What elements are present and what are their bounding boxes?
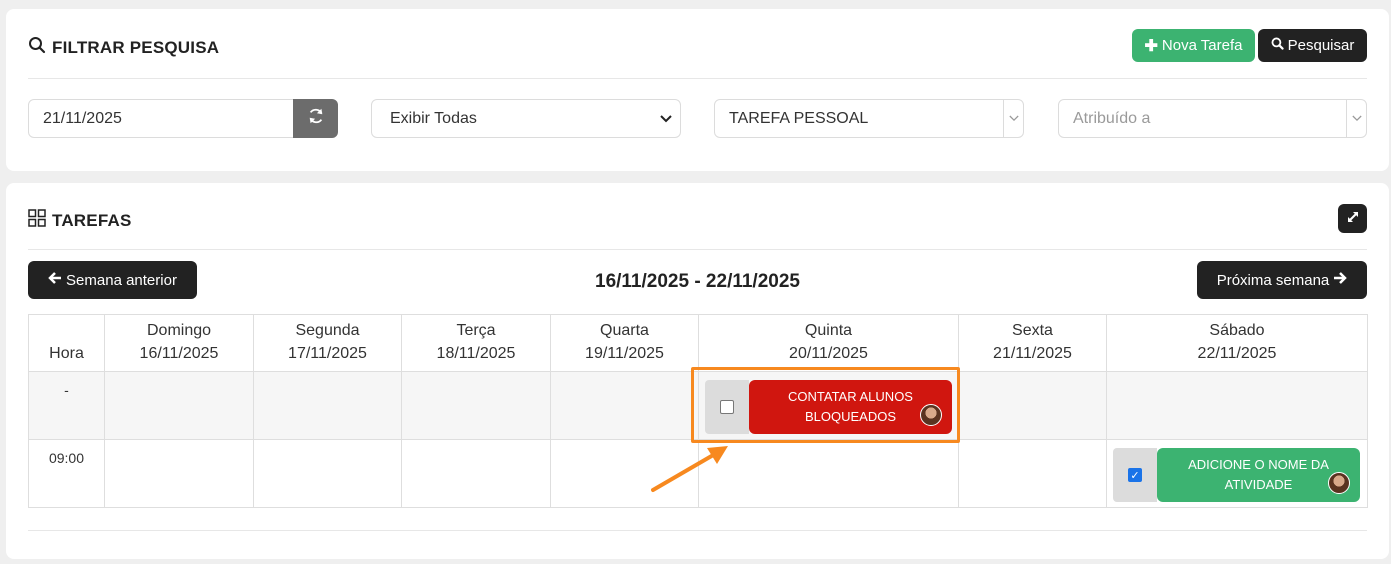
task-type-select[interactable]: TAREFA PESSOAL [714, 99, 1024, 138]
tasks-title: TAREFAS [28, 209, 131, 232]
filter-title-text: FILTRAR PESQUISA [52, 37, 220, 57]
day-header: Quarta 19/11/2025 [550, 314, 699, 372]
day-cell[interactable] [253, 439, 402, 508]
day-cell[interactable] [104, 371, 254, 440]
search-button[interactable]: Pesquisar [1258, 29, 1367, 62]
plus-icon: ✚ [1144, 37, 1158, 55]
show-select[interactable]: Exibir Todas [371, 99, 681, 138]
new-task-button[interactable]: ✚ Nova Tarefa [1132, 29, 1255, 62]
task-item[interactable]: ✓ ADICIONE O NOME DA ATIVIDADE [1113, 448, 1360, 502]
assigned-to-placeholder: Atribuído a [1073, 109, 1151, 127]
task-type-value: TAREFA PESSOAL [729, 109, 869, 127]
day-cell[interactable] [958, 439, 1107, 508]
expand-button[interactable] [1338, 204, 1367, 233]
day-cell[interactable] [401, 371, 551, 440]
week-range: 16/11/2025 - 22/11/2025 [595, 271, 800, 292]
day-header: Sábado 22/11/2025 [1106, 314, 1368, 372]
filter-panel: FILTRAR PESQUISA ✚ Nova Tarefa Pesquisar… [6, 9, 1389, 171]
chevron-down-icon [660, 112, 672, 126]
show-select-value: Exibir Todas [390, 109, 477, 127]
task-checkbox-area[interactable]: ✓ [1113, 448, 1157, 502]
arrow-right-icon [1333, 271, 1348, 289]
day-cell[interactable] [401, 439, 551, 508]
filter-title: FILTRAR PESQUISA [28, 36, 219, 59]
day-cell[interactable] [253, 371, 402, 440]
day-header: Sexta 21/11/2025 [958, 314, 1107, 372]
refresh-icon [307, 107, 325, 130]
hour-column-header: Hora [28, 314, 105, 372]
tasks-title-text: TAREFAS [52, 210, 132, 230]
assigned-to-select[interactable]: Atribuído a [1058, 99, 1367, 138]
search-label: Pesquisar [1287, 37, 1355, 54]
avatar [1328, 472, 1350, 494]
highlight-box [691, 367, 960, 443]
refresh-date-button[interactable] [293, 99, 338, 138]
date-value: 21/11/2025 [43, 109, 122, 127]
chevron-down-icon [1346, 100, 1366, 137]
grid-icon [28, 209, 46, 232]
day-header: Segunda 17/11/2025 [253, 314, 402, 372]
search-button-icon [1271, 37, 1284, 54]
tasks-divider [28, 249, 1367, 250]
day-header: Quinta 20/11/2025 [698, 314, 959, 372]
hour-cell: - [28, 371, 105, 440]
task-label-box[interactable]: ADICIONE O NOME DA ATIVIDADE [1157, 448, 1360, 502]
day-cell[interactable] [104, 439, 254, 508]
search-icon [28, 36, 46, 59]
day-cell[interactable] [1106, 371, 1368, 440]
day-cell[interactable] [550, 371, 699, 440]
next-week-label: Próxima semana [1216, 271, 1330, 289]
filter-divider [28, 78, 1367, 79]
new-task-label: Nova Tarefa [1161, 37, 1243, 54]
chevron-down-icon [1003, 100, 1023, 137]
task-title: ADICIONE O NOME DA ATIVIDADE [1188, 457, 1329, 492]
day-cell[interactable] [698, 439, 959, 508]
day-header: Terça 18/11/2025 [401, 314, 551, 372]
annotation-arrow-icon [651, 446, 728, 492]
next-week-button[interactable]: Próxima semana [1197, 261, 1367, 299]
expand-icon [1346, 210, 1360, 228]
hour-cell: 09:00 [28, 439, 105, 508]
task-checkbox[interactable]: ✓ [1128, 468, 1142, 482]
day-header: Domingo 16/11/2025 [104, 314, 254, 372]
bottom-divider [28, 530, 1367, 531]
date-input[interactable]: 21/11/2025 [28, 99, 296, 138]
day-cell[interactable] [958, 371, 1107, 440]
